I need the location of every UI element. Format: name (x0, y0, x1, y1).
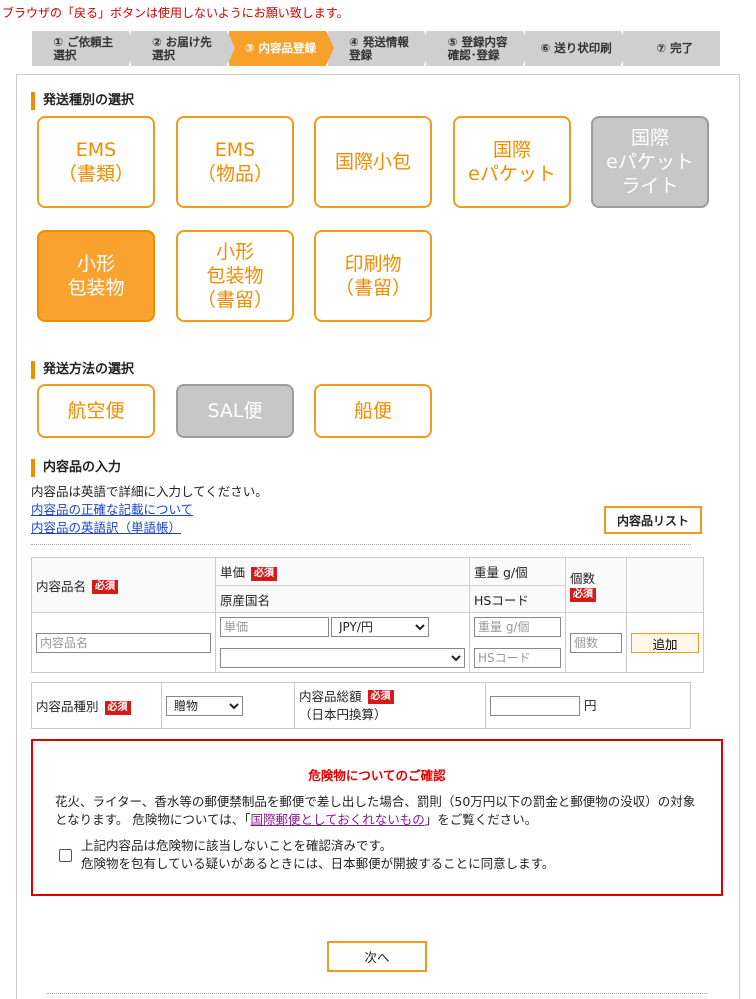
kind-select-cell: 贈物 (161, 682, 295, 729)
item-name-input[interactable] (36, 632, 211, 653)
step-1: ① ご依頼主 選択 (32, 31, 137, 66)
bottom-divider (47, 993, 707, 994)
step-7: ⑦ 完了 (623, 31, 721, 66)
required-badge: 必須 (92, 580, 119, 594)
kind-label-cell: 内容品種別 必須 (31, 682, 162, 729)
type-intl-epacket-light: 国際 eパケット ライト (591, 116, 709, 208)
weight-hs-cell (469, 612, 566, 673)
back-button-warning: ブラウザの「戻る」ボタンは使用しないようにお願い致します。 (2, 6, 349, 20)
type-ems-goods[interactable]: EMS （物品） (176, 116, 294, 208)
step-5: ⑤ 登録内容 確認･登録 (426, 31, 531, 66)
add-item-button[interactable]: 追加 (631, 632, 699, 653)
unit-price-input[interactable] (220, 617, 329, 637)
required-badge: 必須 (570, 588, 596, 603)
price-header-cell: 単価 必須 (215, 557, 470, 586)
empty-header-cell (626, 557, 704, 613)
dangerous-goods-text: 花火、ライター、香水等の郵便禁制品を郵便で差し出した場合、罰則（50万円以下の罰… (55, 794, 696, 827)
origin-country-select[interactable] (220, 648, 465, 668)
price-origin-cell: JPY/円 (215, 612, 470, 673)
divider (31, 544, 691, 545)
weight-input[interactable] (474, 617, 561, 637)
yen-unit: 円 (583, 698, 597, 713)
hs-code-input[interactable] (474, 648, 561, 668)
currency-select[interactable]: JPY/円 (331, 617, 429, 637)
contents-list-button[interactable]: 内容品リスト (604, 506, 702, 534)
dangerous-goods-checkbox[interactable] (59, 849, 72, 862)
type-ems-documents[interactable]: EMS （書類） (37, 116, 155, 208)
english-glossary-link[interactable]: 内容品の英語訳（単語帳） (31, 519, 268, 537)
accurate-description-link[interactable]: 内容品の正確な記載について (31, 501, 268, 519)
progress-steps: ① ご依頼主 選択 ② お届け先 選択 ③ 内容品登録 ④ 発送情報 登録 ⑤ … (32, 31, 722, 66)
step-6: ⑥ 送り状印刷 (524, 31, 630, 66)
total-amount-input[interactable] (490, 696, 580, 716)
method-surface[interactable]: 船便 (314, 384, 432, 438)
contents-intro: 内容品は英語で詳細に入力してください。 内容品の正確な記載について 内容品の英語… (31, 483, 268, 537)
method-airmail[interactable]: 航空便 (37, 384, 155, 438)
contents-heading: 内容品の入力 (31, 459, 121, 477)
contents-kind-table: 内容品種別 必須 贈物 内容品総額 必須 （日本円換算） 円 (31, 682, 691, 729)
required-badge: 必須 (251, 566, 278, 581)
shipping-type-heading: 発送種別の選択 (31, 92, 134, 110)
step-2: ② お届け先 選択 (130, 31, 235, 66)
weight-header: 重量 g/個 (469, 557, 566, 586)
required-badge: 必須 (367, 690, 394, 704)
required-badge: 必須 (104, 700, 131, 715)
type-printed-matter-registered[interactable]: 印刷物 （書留） (314, 230, 432, 322)
next-button[interactable]: 次へ (327, 941, 427, 972)
name-input-cell (31, 612, 216, 673)
total-label-cell: 内容品総額 必須 （日本円換算） (294, 682, 486, 729)
method-sal: SAL便 (176, 384, 294, 438)
name-header-cell: 内容品名 必須 (31, 557, 216, 613)
dangerous-goods-check-label: 上記内容品は危険物に該当しないことを確認済みです。 危険物を包有している疑いがあ… (81, 838, 555, 871)
hs-header: HSコード (469, 585, 566, 613)
total-input-cell: 円 (485, 682, 691, 729)
type-intl-epacket[interactable]: 国際 eパケット (453, 116, 571, 208)
dangerous-goods-box: 危険物についてのご確認 花火、ライター、香水等の郵便禁制品を郵便で差し出した場合… (31, 739, 723, 896)
shipping-method-heading: 発送方法の選択 (31, 361, 134, 379)
quantity-input[interactable] (570, 632, 622, 653)
item-entry-table: 内容品名必須 単価必須 重量 g/個 個数必須 原産国名 HSコード JPY/円 (31, 557, 704, 673)
add-button-cell: 追加 (626, 612, 704, 673)
contents-kind-select[interactable]: 贈物 (166, 695, 243, 716)
type-small-packet[interactable]: 小形 包装物 (37, 230, 155, 322)
type-small-packet-registered[interactable]: 小形 包装物 （書留） (176, 230, 294, 322)
type-intl-parcel[interactable]: 国際小包 (314, 116, 432, 208)
contents-note: 内容品は英語で詳細に入力してください。 (31, 484, 268, 499)
step-3-current: ③ 内容品登録 (229, 31, 334, 66)
prohibited-items-link[interactable]: 国際郵便としておくれないもの (250, 812, 424, 827)
qty-header-cell: 個数 必須 (565, 557, 627, 613)
dangerous-goods-title: 危険物についてのご確認 (308, 768, 446, 783)
step-4: ④ 発送情報 登録 (327, 31, 432, 66)
qty-input-cell (565, 612, 627, 673)
origin-header: 原産国名 (215, 585, 470, 613)
